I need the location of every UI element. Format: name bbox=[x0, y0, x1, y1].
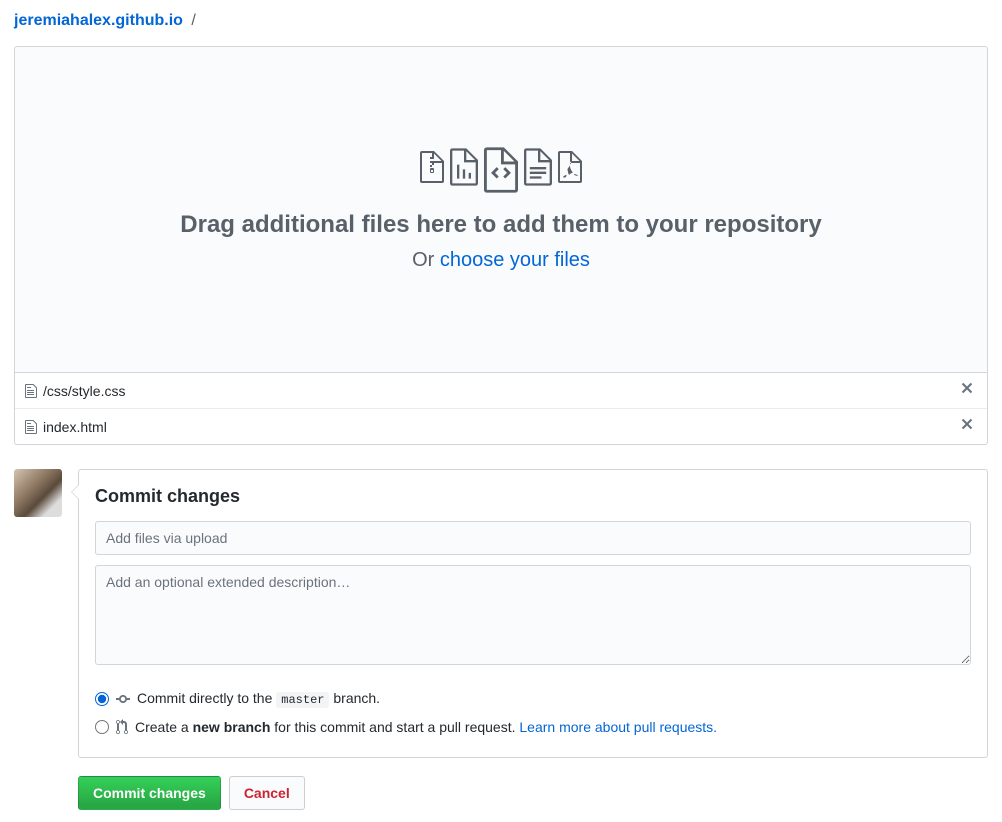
commit-direct-option[interactable]: Commit directly to the master branch. bbox=[95, 684, 971, 713]
git-commit-icon bbox=[115, 691, 131, 707]
branch-name: master bbox=[276, 692, 329, 708]
file-name: /css/style.css bbox=[43, 383, 957, 399]
file-icon bbox=[25, 383, 37, 399]
learn-pr-link[interactable]: Learn more about pull requests. bbox=[519, 719, 717, 735]
file-row: index.html bbox=[15, 409, 987, 444]
file-type-icons bbox=[35, 147, 967, 193]
commit-summary-input[interactable] bbox=[95, 521, 971, 555]
repo-link[interactable]: jeremiahalex.github.io bbox=[14, 12, 183, 29]
avatar-wrap bbox=[14, 469, 62, 758]
action-buttons: Commit changes Cancel bbox=[78, 776, 988, 810]
commit-button[interactable]: Commit changes bbox=[78, 776, 221, 810]
git-pull-request-icon bbox=[115, 719, 129, 735]
remove-file-button[interactable] bbox=[957, 380, 977, 401]
commit-newbranch-radio[interactable] bbox=[95, 720, 109, 734]
commit-heading: Commit changes bbox=[95, 486, 971, 507]
breadcrumb: jeremiahalex.github.io / bbox=[14, 12, 988, 30]
file-name: index.html bbox=[43, 419, 957, 435]
zip-file-icon bbox=[420, 147, 444, 187]
commit-section: Commit changes Commit directly to the ma… bbox=[14, 469, 988, 758]
dropzone-title: Drag additional files here to add them t… bbox=[35, 211, 967, 239]
dropzone-subtitle: Or choose your files bbox=[35, 249, 967, 272]
file-icon bbox=[25, 419, 37, 435]
commit-description-input[interactable] bbox=[95, 565, 971, 665]
code-file-icon bbox=[484, 147, 518, 193]
file-row: /css/style.css bbox=[15, 373, 987, 409]
breadcrumb-separator: / bbox=[191, 12, 195, 29]
choose-files-link[interactable]: choose your files bbox=[440, 249, 590, 271]
upload-dropzone[interactable]: Drag additional files here to add them t… bbox=[14, 46, 988, 373]
commit-newbranch-option[interactable]: Create a new branch for this commit and … bbox=[95, 713, 971, 741]
text-file-icon bbox=[524, 147, 552, 187]
commit-form: Commit changes Commit directly to the ma… bbox=[78, 469, 988, 758]
remove-file-button[interactable] bbox=[957, 416, 977, 437]
chart-file-icon bbox=[450, 147, 478, 187]
uploaded-files-list: /css/style.css index.html bbox=[14, 373, 988, 445]
commit-direct-radio[interactable] bbox=[95, 692, 109, 706]
pdf-file-icon bbox=[558, 147, 582, 187]
user-avatar[interactable] bbox=[14, 469, 62, 517]
cancel-button[interactable]: Cancel bbox=[229, 776, 305, 810]
commit-options: Commit directly to the master branch. Cr… bbox=[95, 684, 971, 741]
